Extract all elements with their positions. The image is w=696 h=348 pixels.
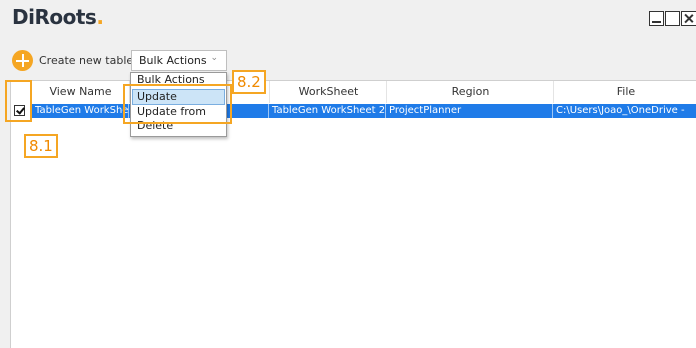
column-header-file[interactable]: File xyxy=(553,81,696,103)
diroots-logo: DiRoots. xyxy=(12,5,104,29)
close-icon[interactable] xyxy=(681,11,696,26)
window-controls xyxy=(649,11,696,26)
column-header-view-name[interactable]: View Name xyxy=(32,81,129,103)
minimize-icon[interactable] xyxy=(649,11,664,26)
callout-box-8-1 xyxy=(5,80,32,122)
table-header-row: View Name WorkSheet Region File xyxy=(11,81,696,103)
cell-view-name[interactable]: TableGen WorkShe xyxy=(32,104,129,118)
column-header-region[interactable]: Region xyxy=(386,81,554,103)
plus-circle-icon[interactable] xyxy=(12,50,33,71)
bulk-actions-select[interactable]: Bulk Actions ⌄ xyxy=(131,50,227,71)
menu-item-bulk-actions[interactable]: Bulk Actions xyxy=(133,73,224,84)
tables-grid: View Name WorkSheet Region File TableGen… xyxy=(10,80,696,348)
cell-worksheet[interactable]: TableGen WorkSheet 2 xyxy=(269,104,386,118)
callout-label-8-1: 8.1 xyxy=(24,134,58,158)
cell-region[interactable]: ProjectPlanner xyxy=(386,104,553,118)
column-header-worksheet[interactable]: WorkSheet xyxy=(269,81,387,103)
maximize-icon[interactable] xyxy=(665,11,680,26)
chevron-down-icon: ⌄ xyxy=(210,53,218,63)
callout-box-8-2 xyxy=(123,84,232,124)
callout-label-8-2: 8.2 xyxy=(232,70,266,94)
create-new-table-label: Create new table xyxy=(39,54,134,67)
bulk-actions-value: Bulk Actions xyxy=(139,54,207,67)
cell-file[interactable]: C:\Users\Joao_\OneDrive - xyxy=(553,104,696,118)
create-new-table-button[interactable]: Create new table xyxy=(12,50,133,71)
table-row[interactable]: TableGen WorkShe TableGen WorkSheet 2 Pr… xyxy=(11,104,696,118)
